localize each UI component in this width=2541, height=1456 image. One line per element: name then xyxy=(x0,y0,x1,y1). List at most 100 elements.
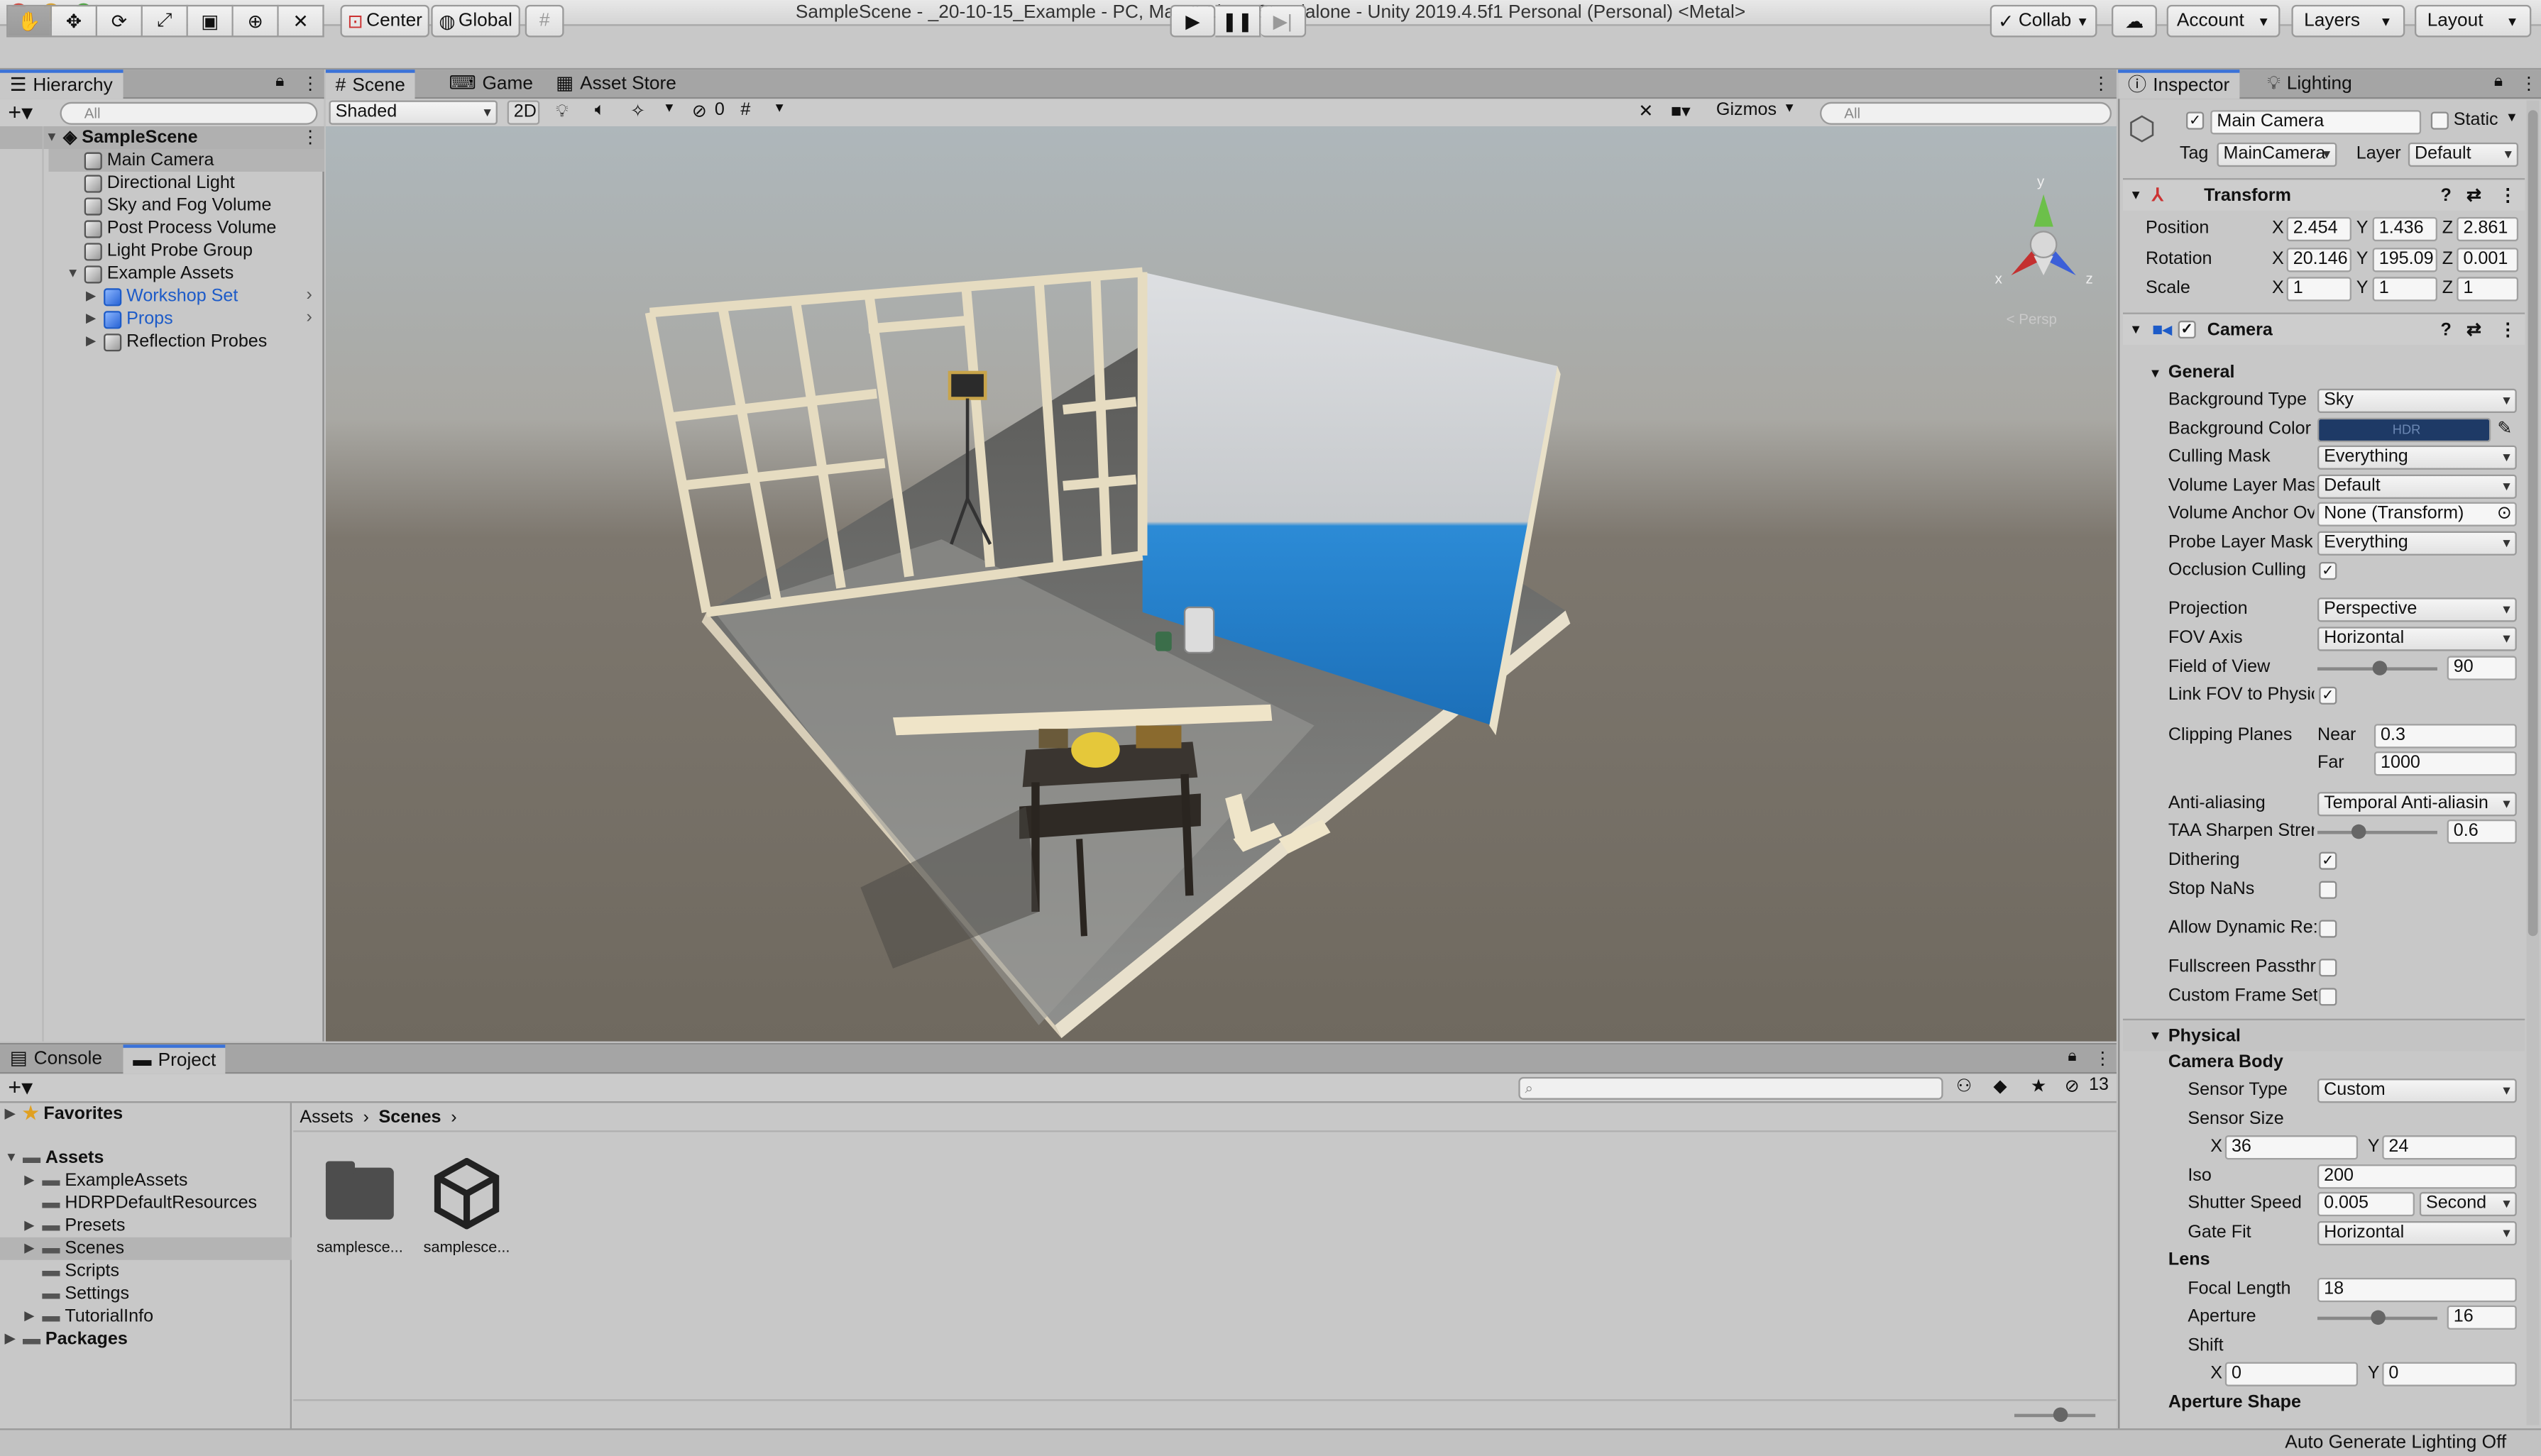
tab-lighting[interactable]: 💡︎ Lighting xyxy=(2257,70,2361,99)
sensor-x-field[interactable]: 36 xyxy=(2224,1135,2359,1160)
expand-arrow-icon[interactable]: ▶ xyxy=(24,1169,37,1192)
scene-root-item[interactable]: ▼ ◈ SampleScene xyxy=(45,126,198,149)
expand-arrow-icon[interactable]: ▼ xyxy=(2149,1020,2162,1053)
background-color-swatch[interactable]: HDR xyxy=(2317,417,2491,443)
object-picker-icon[interactable]: ⊙ xyxy=(2497,504,2512,525)
audio-icon[interactable]: 🔈︎ xyxy=(595,101,605,122)
tab-inspector[interactable]: ⓘ Inspector xyxy=(2118,70,2239,99)
lock-icon[interactable]: 🔒︎ xyxy=(275,73,284,91)
hierarchy-item-directional-light[interactable]: Directional Light xyxy=(84,172,235,194)
tab-scene[interactable]: # Scene xyxy=(325,70,415,99)
taa-slider[interactable] xyxy=(2317,830,2437,834)
filter-type-icon[interactable]: ⚇ xyxy=(1956,1076,1972,1096)
create-plus-icon[interactable]: +▾ xyxy=(8,99,33,125)
rotation-x-field[interactable]: 20.146 xyxy=(2286,248,2351,272)
hierarchy-item-post-process[interactable]: Post Process Volume xyxy=(84,217,276,240)
tree-item-hdrp[interactable]: ▬ HDRPDefaultResources xyxy=(24,1192,257,1215)
custom-tool-button[interactable]: ✕ xyxy=(278,4,324,38)
asset-item[interactable]: samplesce... xyxy=(422,1157,512,1257)
expand-arrow-icon[interactable]: ▼ xyxy=(67,263,79,285)
mode-2d-toggle[interactable]: 2D xyxy=(507,100,540,125)
play-button[interactable]: ▶ xyxy=(1170,4,1216,38)
chevron-right-icon[interactable]: › xyxy=(307,308,312,327)
inspector-scrollbar-thumb[interactable] xyxy=(2528,110,2538,937)
scale-z-field[interactable]: 1 xyxy=(2457,277,2519,302)
scale-x-field[interactable]: 1 xyxy=(2286,277,2351,302)
probe-layer-dropdown[interactable]: Everything xyxy=(2317,531,2517,556)
shading-mode-dropdown[interactable]: Shaded xyxy=(329,100,498,125)
star-icon[interactable]: ★ xyxy=(2031,1076,2047,1096)
dithering-checkbox[interactable]: ✓ xyxy=(2319,851,2337,870)
move-tool-button[interactable]: ✥ xyxy=(52,4,97,38)
grid-toggle-icon[interactable]: # xyxy=(740,101,750,120)
hand-tool-button[interactable]: ✋ xyxy=(6,4,53,38)
active-checkbox[interactable]: ✓ xyxy=(2186,111,2205,130)
hierarchy-item-props[interactable]: ▶ Props xyxy=(86,308,173,331)
iso-field[interactable]: 200 xyxy=(2317,1164,2517,1189)
expand-arrow-icon[interactable]: ▶ xyxy=(86,285,99,308)
collab-dropdown[interactable]: ✓ Collab ▼ xyxy=(1990,4,2097,38)
kebab-menu-icon[interactable]: ⋮ xyxy=(2094,1048,2112,1069)
far-field[interactable]: 1000 xyxy=(2373,751,2517,776)
hierarchy-item-sky-fog[interactable]: Sky and Fog Volume xyxy=(84,194,271,217)
expand-arrow-icon[interactable]: ▶ xyxy=(24,1215,37,1237)
lock-icon[interactable]: 🔒︎ xyxy=(2068,1048,2076,1066)
tab-game[interactable]: ⌨ Game xyxy=(439,70,543,99)
help-icon[interactable]: ? xyxy=(2440,180,2451,212)
expand-arrow-icon[interactable]: ▶ xyxy=(86,308,99,331)
culling-mask-dropdown[interactable]: Everything xyxy=(2317,445,2517,470)
aperture-field[interactable]: 16 xyxy=(2447,1305,2517,1330)
effects-icon[interactable]: ✧ xyxy=(630,101,645,121)
shift-x-field[interactable]: 0 xyxy=(2224,1362,2359,1386)
hierarchy-search-input[interactable]: All xyxy=(60,101,318,125)
kebab-menu-icon[interactable]: ⋮ xyxy=(302,73,319,94)
expand-arrow-icon[interactable]: ▶ xyxy=(5,1103,18,1125)
camera-icon[interactable]: ■▾ xyxy=(1671,101,1691,121)
snap-button[interactable]: # xyxy=(525,4,564,38)
projection-label[interactable]: < Persp xyxy=(2007,311,2057,328)
hierarchy-item-light-probe-group[interactable]: Light Probe Group xyxy=(84,240,253,263)
transform-header[interactable]: ▼ ⅄ Transform ? ⇄ ⋮ xyxy=(2122,178,2525,212)
tab-hierarchy[interactable]: ☰ Hierarchy xyxy=(0,70,123,99)
tree-item-presets[interactable]: ▶ ▬ Presets xyxy=(24,1215,125,1237)
tree-item-favorites[interactable]: ▶ ★ Favorites xyxy=(5,1103,123,1125)
hidden-packages-icon[interactable]: ⊘ xyxy=(2065,1076,2080,1096)
background-type-dropdown[interactable]: Sky xyxy=(2317,388,2517,414)
tab-console[interactable]: ▤ Console xyxy=(0,1044,112,1074)
custom-frame-checkbox[interactable] xyxy=(2319,988,2337,1006)
projection-dropdown[interactable]: Perspective xyxy=(2317,597,2517,622)
rotation-z-field[interactable]: 0.001 xyxy=(2457,248,2519,272)
kebab-menu-icon[interactable]: ⋮ xyxy=(2499,180,2517,212)
stop-nans-checkbox[interactable] xyxy=(2319,881,2337,899)
physical-header[interactable]: ▼ Physical xyxy=(2122,1018,2525,1053)
tab-asset-store[interactable]: ▦ Asset Store xyxy=(546,70,686,99)
layout-dropdown[interactable]: Layout ▼ xyxy=(2414,4,2532,38)
sensor-type-dropdown[interactable]: Custom xyxy=(2317,1079,2517,1103)
kebab-menu-icon[interactable]: ⋮ xyxy=(2520,73,2537,94)
scale-y-field[interactable]: 1 xyxy=(2372,277,2437,302)
tab-project[interactable]: ▬ Project xyxy=(123,1044,226,1074)
preset-icon[interactable]: ⇄ xyxy=(2466,314,2481,347)
orientation-gizmo[interactable]: y x z < Persp xyxy=(1995,173,2093,327)
general-foldout[interactable]: ▼ General xyxy=(2123,360,2525,387)
position-x-field[interactable]: 2.454 xyxy=(2286,216,2351,242)
breadcrumb-scenes[interactable]: Scenes xyxy=(379,1107,441,1126)
asset-item[interactable]: samplesce... xyxy=(314,1158,405,1257)
gate-fit-dropdown[interactable]: Horizontal xyxy=(2317,1221,2517,1246)
fov-slider-knob[interactable] xyxy=(2372,661,2388,675)
step-button[interactable]: ▶| xyxy=(1261,4,1307,38)
tree-item-packages[interactable]: ▶ ▬ Packages xyxy=(5,1328,128,1351)
scene-search-input[interactable]: All xyxy=(1820,101,2112,125)
taa-slider-knob[interactable] xyxy=(2351,824,2366,839)
chevron-down-icon[interactable]: ▼ xyxy=(773,101,786,116)
object-name-field[interactable]: Main Camera xyxy=(2210,110,2422,135)
shutter-unit-dropdown[interactable]: Second xyxy=(2419,1191,2517,1217)
create-plus-icon[interactable]: +▾ xyxy=(8,1074,33,1100)
expand-arrow-icon[interactable]: ▼ xyxy=(45,126,58,149)
dynamic-res-checkbox[interactable] xyxy=(2319,920,2337,938)
static-checkbox[interactable] xyxy=(2430,111,2449,130)
light-bulb-icon[interactable]: 💡︎ xyxy=(556,102,569,123)
tag-dropdown[interactable]: MainCamera xyxy=(2217,142,2337,167)
inspector-scrollbar[interactable] xyxy=(2526,100,2540,1425)
eyedropper-icon[interactable]: ✎ xyxy=(2497,417,2512,444)
